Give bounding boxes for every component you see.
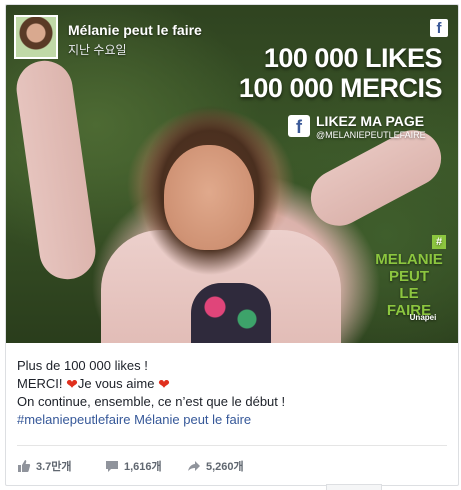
comments-value: 1,616개 (124, 461, 162, 473)
thumbs-up-icon (18, 460, 31, 472)
engagement-stats: 3.7만개 1,616개 5,260개 (17, 456, 447, 476)
message-line-3: On continue, ensemble, ce n’est que le d… (17, 394, 286, 409)
smiling-face (164, 145, 254, 250)
likes-value: 3.7만개 (36, 461, 72, 473)
message-line-1: Plus de 100 000 likes ! (17, 358, 148, 373)
je-vous-aime-text: Je vous aime (77, 376, 155, 391)
raised-left-arm (12, 57, 100, 283)
like-my-page-callout: f LIKEZ MA PAGE @MELANIEPEUTLEFAIRE (288, 111, 448, 143)
melanie-peut-le-faire-logo: # MELANIE PEUT LE FAIRE (370, 235, 448, 319)
floral-shirt (191, 283, 271, 343)
message-line-2: MERCI! ❤Je vous aime ❤ (17, 375, 447, 393)
post-message: Plus de 100 000 likes ! MERCI! ❤Je vous … (17, 357, 447, 429)
logo-line-peut: PEUT (388, 268, 429, 285)
post-timestamp[interactable]: 지난 수요일 (68, 41, 127, 58)
logo-line-melanie: MELANIE (375, 251, 443, 268)
heart-icon: ❤ (158, 376, 170, 392)
message-line-4: #melaniepeutlefaire Mélanie peut le fair… (17, 411, 447, 429)
share-arrow-icon (188, 461, 200, 471)
facebook-icon: f (288, 115, 310, 137)
page-mention-link[interactable]: Mélanie peut le faire (134, 412, 251, 427)
headline-mercis: 100 000 MERCIS (238, 73, 443, 103)
post-header: Mélanie peut le faire 지난 수요일 (14, 13, 314, 63)
unapei-logo: Unapei (409, 313, 437, 322)
like-page-text: LIKEZ MA PAGE (316, 113, 425, 129)
shares-value: 5,260개 (206, 461, 244, 473)
page-avatar[interactable] (14, 15, 58, 59)
facebook-post-card: 100 000 LIKES 100 000 MERCIS f LIKEZ MA … (5, 4, 459, 486)
heart-icon: ❤ (66, 376, 78, 392)
shares-count[interactable]: 5,260개 (187, 456, 244, 476)
comments-count[interactable]: 1,616개 (105, 456, 162, 476)
logo-line-le: LE (399, 285, 419, 302)
logo-hash: # (432, 235, 446, 249)
likes-count[interactable]: 3.7만개 (17, 456, 72, 476)
divider (17, 445, 447, 446)
bottom-edge-tab (326, 484, 382, 490)
page-handle: @MELANIEPEUTLEFAIRE (316, 130, 426, 140)
facebook-icon[interactable]: f (430, 19, 448, 37)
hashtag-link[interactable]: #melaniepeutlefaire (17, 412, 130, 427)
merci-text: MERCI! (17, 376, 63, 391)
page-name-link[interactable]: Mélanie peut le faire (68, 22, 202, 38)
comment-icon (106, 461, 118, 472)
post-photo[interactable]: 100 000 LIKES 100 000 MERCIS f LIKEZ MA … (6, 5, 458, 343)
